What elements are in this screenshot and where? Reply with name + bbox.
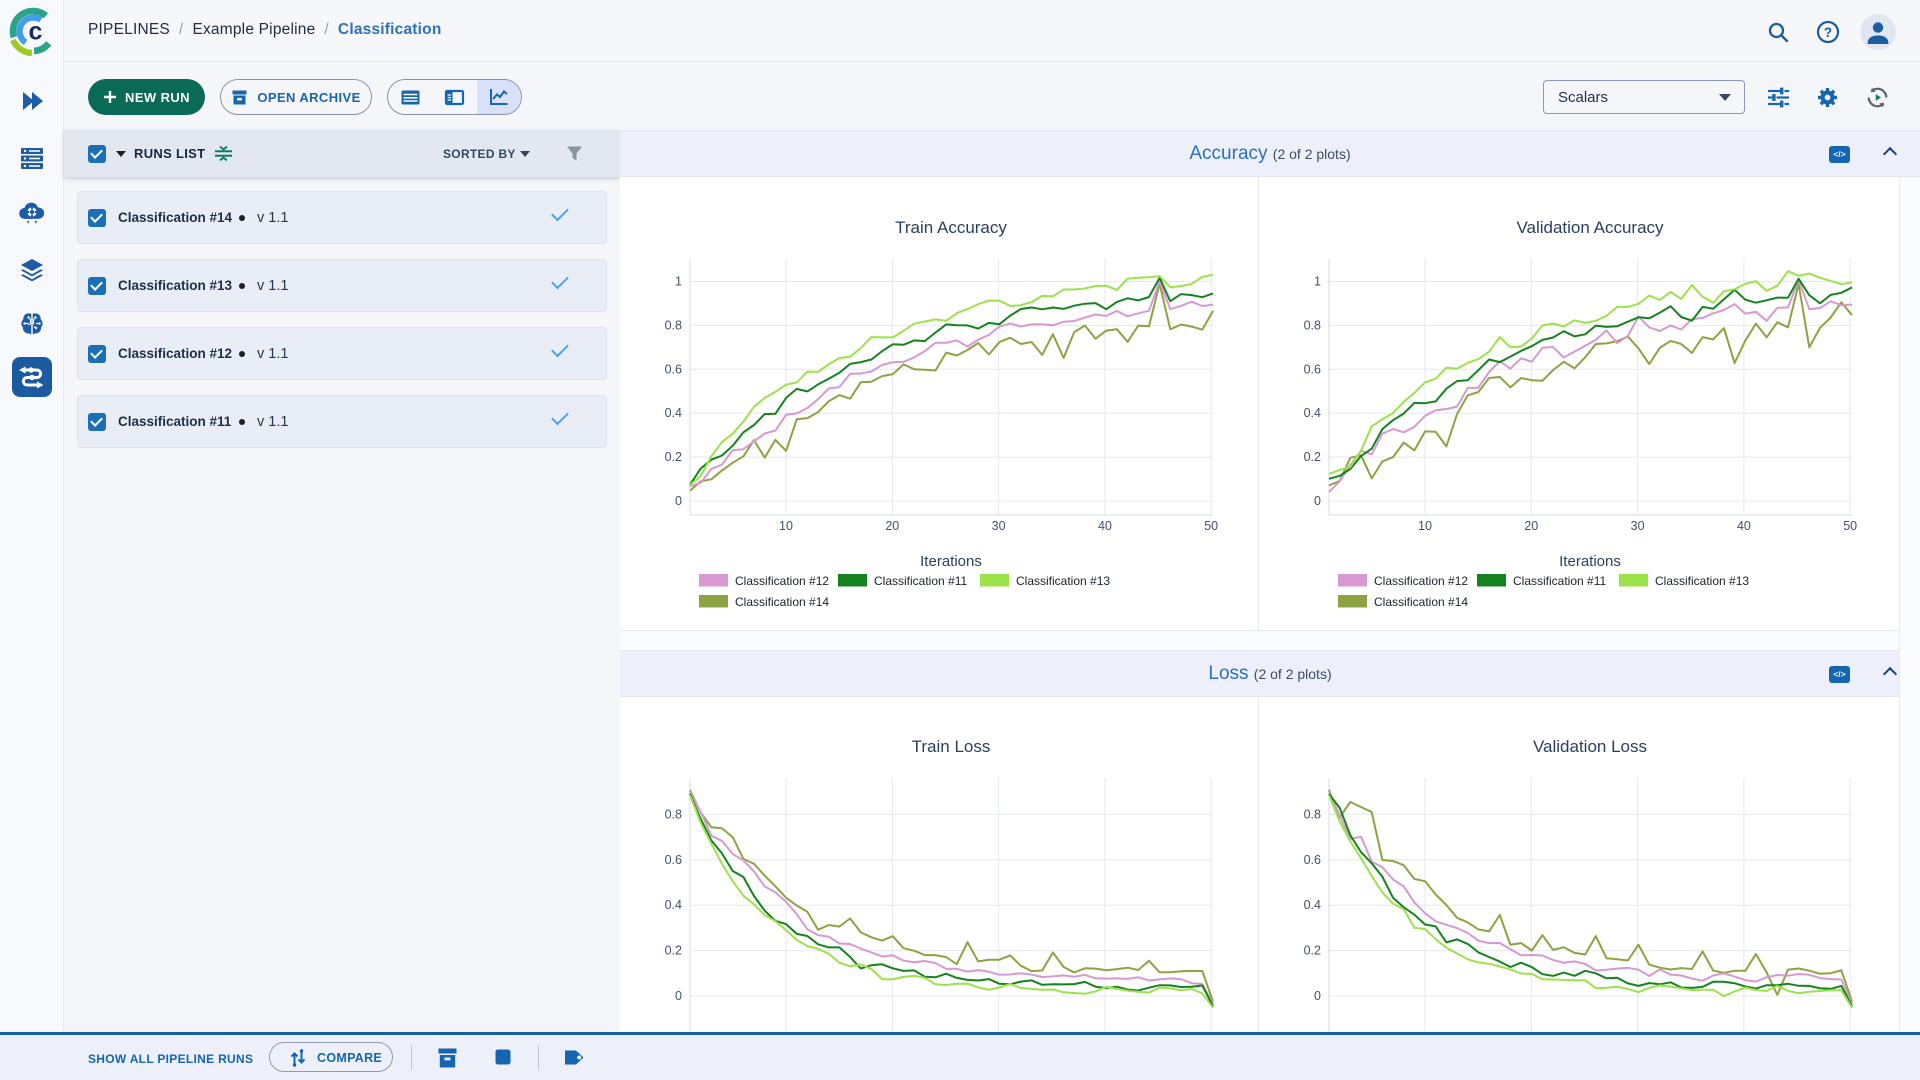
svg-text:0.4: 0.4	[1304, 898, 1321, 912]
svg-text:10: 10	[1418, 519, 1432, 533]
svg-text:Classification #12: Classification #12	[1374, 574, 1468, 588]
svg-text:1: 1	[1314, 275, 1321, 289]
svg-text:0.2: 0.2	[665, 450, 682, 464]
svg-text:0.2: 0.2	[665, 944, 682, 958]
svg-text:50: 50	[1204, 519, 1218, 533]
svg-text:?: ?	[1824, 25, 1832, 40]
svg-text:Validation Accuracy: Validation Accuracy	[1516, 218, 1664, 237]
svg-text:Classification #13: Classification #13	[1655, 574, 1749, 588]
svg-text:20: 20	[885, 519, 899, 533]
svg-text:Validation Loss: Validation Loss	[1533, 737, 1647, 756]
svg-text:0: 0	[675, 989, 682, 1003]
svg-text:Classification #11: Classification #11	[1513, 574, 1606, 588]
svg-text:40: 40	[1737, 519, 1751, 533]
svg-text:0: 0	[1314, 494, 1321, 508]
svg-text:Classification #14: Classification #14	[735, 595, 829, 609]
svg-text:30: 30	[1631, 519, 1645, 533]
svg-text:0.8: 0.8	[665, 318, 682, 332]
svg-text:Iterations: Iterations	[920, 553, 982, 570]
svg-text:0.6: 0.6	[1304, 853, 1321, 867]
svg-text:0.6: 0.6	[1304, 362, 1321, 376]
svg-text:0.4: 0.4	[1304, 406, 1321, 420]
svg-text:30: 30	[992, 519, 1006, 533]
svg-text:0: 0	[1314, 989, 1321, 1003]
svg-text:1: 1	[675, 275, 682, 289]
svg-text:0.2: 0.2	[1304, 450, 1321, 464]
svg-text:Classification #12: Classification #12	[735, 574, 829, 588]
svg-text:0.8: 0.8	[1304, 807, 1321, 821]
svg-text:50: 50	[1843, 519, 1857, 533]
svg-text:Classification #13: Classification #13	[1016, 574, 1110, 588]
svg-text:0.8: 0.8	[1304, 318, 1321, 332]
svg-text:Classification #14: Classification #14	[1374, 595, 1468, 609]
svg-text:40: 40	[1098, 519, 1112, 533]
svg-text:0.6: 0.6	[665, 362, 682, 376]
svg-text:0.8: 0.8	[665, 807, 682, 821]
svg-text:Train Loss: Train Loss	[912, 737, 991, 756]
svg-text:Iterations: Iterations	[1559, 553, 1621, 570]
svg-text:20: 20	[1524, 519, 1538, 533]
svg-text:Train Accuracy: Train Accuracy	[895, 218, 1007, 237]
svg-text:c: c	[29, 18, 43, 46]
svg-text:0.4: 0.4	[665, 898, 682, 912]
svg-text:0.6: 0.6	[665, 853, 682, 867]
svg-text:0: 0	[675, 494, 682, 508]
svg-text:0.2: 0.2	[1304, 944, 1321, 958]
svg-text:10: 10	[779, 519, 793, 533]
svg-text:0.4: 0.4	[665, 406, 682, 420]
svg-text:Classification #11: Classification #11	[874, 574, 967, 588]
